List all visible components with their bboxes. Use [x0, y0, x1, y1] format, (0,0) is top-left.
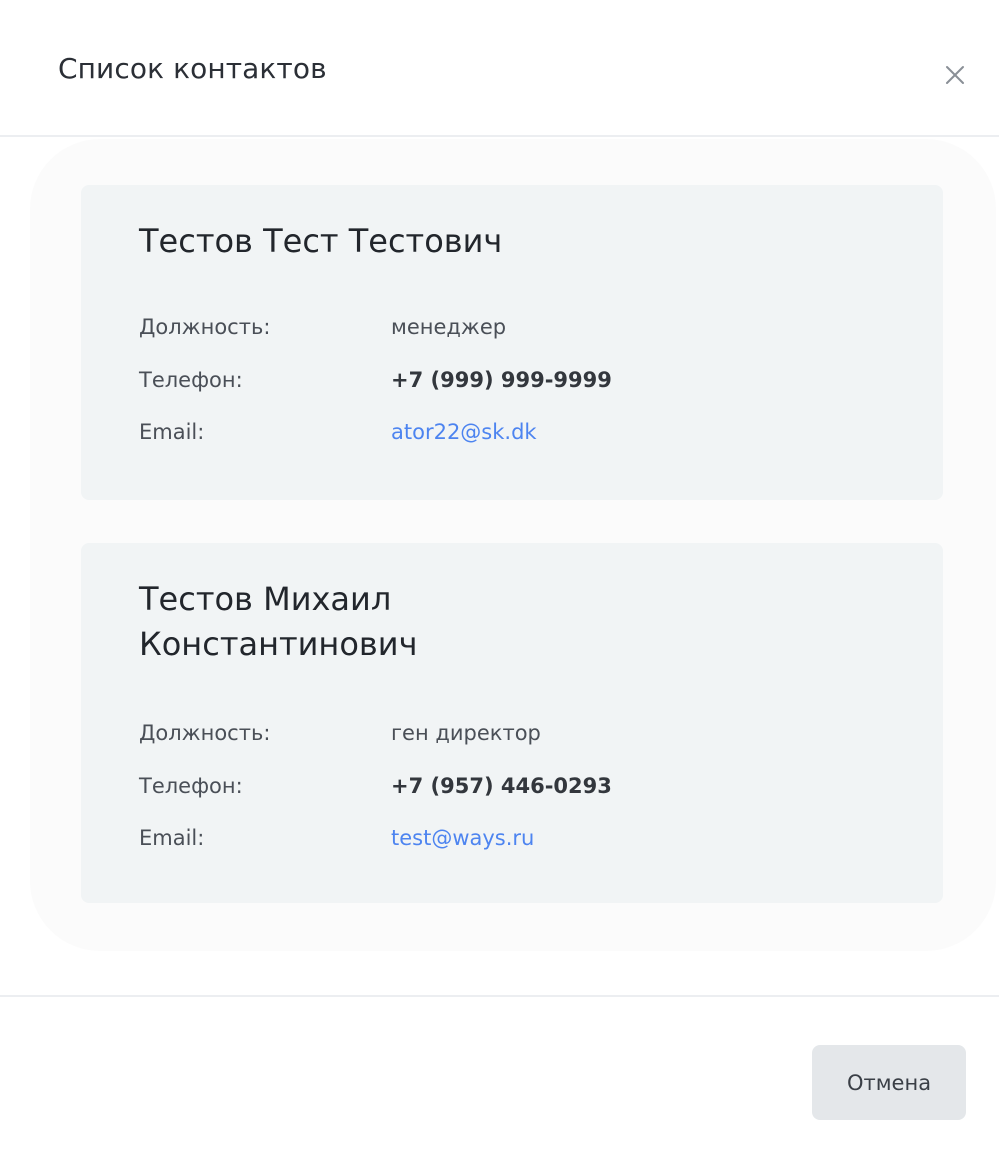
position-value: менеджер	[391, 315, 507, 339]
email-link[interactable]: ator22@sk.dk	[391, 417, 537, 447]
phone-value: +7 (999) 999-9999	[391, 368, 612, 392]
contact-card: Тестов Михаил Константинович Должность: …	[81, 543, 943, 903]
dialog-footer: Отмена	[0, 995, 999, 1160]
contacts-list[interactable]: Тестов Тест Тестович Должность: менеджер…	[0, 137, 999, 995]
contact-card: Тестов Тест Тестович Должность: менеджер…	[81, 185, 943, 500]
phone-value: +7 (957) 446-0293	[391, 774, 612, 798]
email-label: Email:	[139, 826, 205, 850]
contacts-dialog: Список контактов Тестов Тест Тестович До…	[0, 0, 999, 1160]
position-label: Должность:	[139, 315, 271, 339]
position-label: Должность:	[139, 721, 271, 745]
contact-name: Тестов Тест Тестович	[139, 222, 503, 260]
contact-name: Тестов Михаил Константинович	[139, 580, 418, 663]
position-value: ген директор	[391, 721, 541, 745]
cancel-button[interactable]: Отмена	[812, 1045, 966, 1120]
email-label: Email:	[139, 420, 205, 444]
phone-label: Телефон:	[139, 774, 243, 798]
email-link[interactable]: test@ways.ru	[391, 823, 534, 853]
dialog-title: Список контактов	[58, 52, 327, 85]
dialog-header: Список контактов	[0, 0, 999, 137]
close-icon[interactable]	[936, 56, 974, 94]
phone-label: Телефон:	[139, 368, 243, 392]
